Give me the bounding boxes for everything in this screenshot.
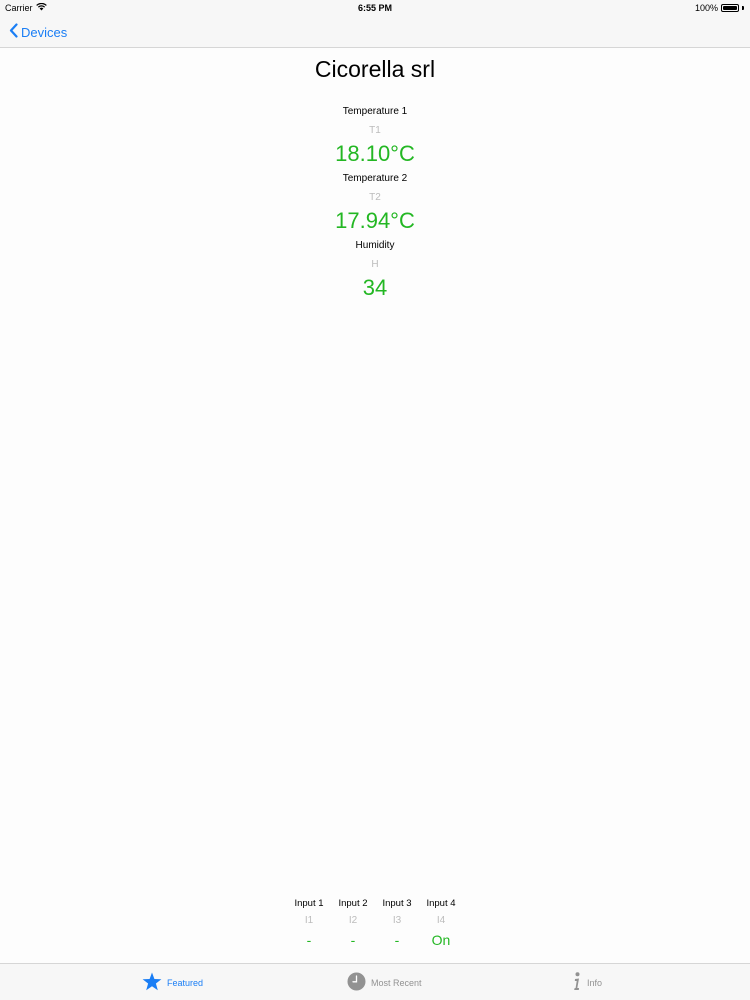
battery-tip: [742, 6, 744, 10]
sensor-temperature-2: Temperature 2 T2 17.94°C: [0, 173, 750, 235]
tab-label: Most Recent: [371, 977, 422, 988]
chevron-left-icon: [9, 23, 18, 41]
sensor-code: H: [371, 259, 379, 270]
input-label: Input 3: [382, 898, 412, 909]
battery-percent: 100%: [694, 3, 718, 13]
tab-featured[interactable]: Featured: [142, 972, 203, 993]
battery-icon: [721, 4, 739, 12]
status-bar: Carrier 6:55 PM 100%: [0, 0, 750, 16]
sensor-label: Humidity: [355, 240, 395, 251]
sensor-label: Temperature 1: [342, 106, 408, 117]
input-4: Input 4 I4 On: [419, 898, 463, 950]
info-icon: [572, 972, 582, 993]
sensor-label: Temperature 2: [342, 173, 408, 184]
input-2: Input 2 I2 -: [331, 898, 375, 950]
navigation-bar: Devices: [0, 16, 750, 48]
input-3: Input 3 I3 -: [375, 898, 419, 950]
sensor-value: 34: [362, 275, 388, 300]
sensor-value: 18.10°C: [335, 141, 415, 166]
input-label: Input 4: [426, 898, 456, 909]
tab-info[interactable]: Info: [572, 972, 602, 993]
star-icon: [142, 972, 162, 993]
sensor-value: 17.94°C: [335, 208, 415, 233]
status-battery: 100%: [695, 3, 744, 13]
tab-bar: Featured Most Recent Info: [0, 963, 750, 1000]
input-code: I3: [392, 915, 402, 926]
back-button-label: Devices: [21, 24, 68, 40]
input-code: I1: [304, 915, 314, 926]
input-value: -: [394, 932, 400, 948]
back-button[interactable]: Devices: [9, 23, 67, 41]
input-value: -: [350, 932, 356, 948]
input-value: On: [431, 932, 451, 948]
tab-label: Info: [587, 977, 603, 988]
input-code: I2: [348, 915, 358, 926]
sensor-humidity: Humidity H 34: [0, 240, 750, 302]
tab-most-recent[interactable]: Most Recent: [347, 972, 422, 993]
input-label: Input 2: [338, 898, 368, 909]
tab-label: Featured: [167, 977, 204, 988]
page-title: Cicorella srl: [314, 56, 436, 82]
status-time: 6:55 PM: [357, 3, 392, 13]
inputs-row: Input 1 I1 - Input 2 I2 - Input 3 I3 - I…: [0, 898, 750, 950]
input-value: -: [306, 932, 312, 948]
input-code: I4: [436, 915, 446, 926]
input-1: Input 1 I1 -: [287, 898, 331, 950]
sensor-code: T2: [369, 192, 381, 203]
clock-icon: [347, 972, 366, 993]
sensor-code: T1: [369, 125, 381, 136]
input-label: Input 1: [294, 898, 324, 909]
sensor-temperature-1: Temperature 1 T1 18.10°C: [0, 106, 750, 168]
